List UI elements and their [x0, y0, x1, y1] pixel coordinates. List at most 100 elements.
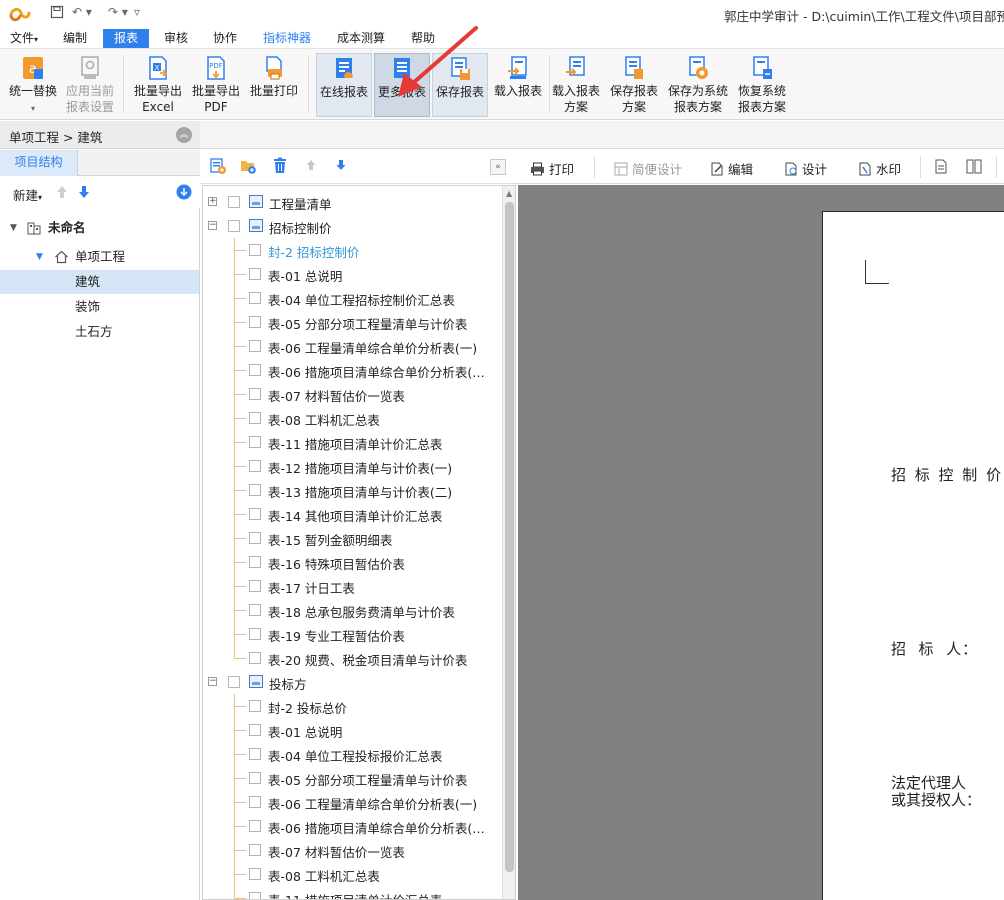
report-checkbox[interactable] — [249, 268, 261, 280]
move-up-icon[interactable] — [56, 185, 68, 199]
batch-export-excel-button[interactable]: X 批量导出 Excel — [130, 53, 186, 117]
tab-project-structure[interactable]: 项目结构 — [0, 150, 78, 176]
load-report-scheme-button[interactable]: 载入报表 方案 — [548, 53, 604, 117]
report-checkbox[interactable] — [249, 340, 261, 352]
report-checkbox[interactable] — [249, 484, 261, 496]
report-item-row[interactable]: 表-11 措施项目清单计价汇总表 — [203, 430, 501, 454]
report-checkbox[interactable] — [249, 460, 261, 472]
edit-button[interactable]: 编辑 — [710, 159, 753, 178]
scroll-up-icon[interactable]: ▲ — [506, 189, 512, 198]
move-down-icon[interactable] — [336, 159, 346, 171]
report-item-row[interactable]: 表-18 总承包服务费清单与计价表 — [203, 598, 501, 622]
report-item-row[interactable]: 表-13 措施项目清单与计价表(二) — [203, 478, 501, 502]
report-item-row[interactable]: 表-08 工料机汇总表 — [203, 862, 501, 886]
save-report-button[interactable]: 保存报表 — [432, 53, 488, 117]
report-checkbox[interactable] — [249, 508, 261, 520]
menu-file[interactable]: 文件▾ — [4, 29, 44, 48]
report-item-row[interactable]: 表-05 分部分项工程量清单与计价表 — [203, 310, 501, 334]
report-checkbox[interactable] — [249, 628, 261, 640]
menu-collaborate[interactable]: 协作 — [204, 29, 246, 48]
move-up-icon[interactable] — [306, 159, 316, 171]
load-report-button[interactable]: 载入报表 — [490, 53, 546, 117]
restore-system-scheme-button[interactable]: 恢复系统 报表方案 — [734, 53, 790, 117]
report-checkbox[interactable] — [249, 844, 261, 856]
report-checkbox[interactable] — [249, 532, 261, 544]
unify-replace-button[interactable]: a 统一替换 ▾ — [4, 53, 62, 117]
undo-icon[interactable]: ↶ ▾ — [72, 5, 92, 23]
simple-design-button[interactable]: 简便设计 — [614, 159, 682, 178]
tree-item-decoration[interactable]: 装饰 — [0, 295, 199, 319]
download-circle-icon[interactable] — [176, 184, 192, 200]
new-button[interactable]: 新建▾ — [13, 185, 42, 204]
report-checkbox[interactable] — [249, 868, 261, 880]
watermark-button[interactable]: 水印 — [858, 159, 901, 178]
vertical-scrollbar[interactable]: ▲ — [502, 186, 515, 899]
report-checkbox[interactable] — [249, 772, 261, 784]
report-checkbox[interactable] — [249, 436, 261, 448]
report-group-row[interactable]: − 招标控制价 — [203, 214, 501, 238]
batch-export-pdf-button[interactable]: PDF 批量导出 PDF — [188, 53, 244, 117]
report-checkbox[interactable] — [249, 796, 261, 808]
save-as-system-scheme-button[interactable]: 保存为系统 报表方案 — [664, 53, 732, 117]
batch-print-button[interactable]: 批量打印 — [246, 53, 302, 117]
report-item-row[interactable]: 表-01 总说明 — [203, 718, 501, 742]
report-item-row[interactable]: 表-06 工程量清单综合单价分析表(一) — [203, 334, 501, 358]
add-report-icon[interactable] — [210, 158, 226, 174]
single-page-icon[interactable] — [934, 159, 948, 174]
redo-icon[interactable]: ↷ ▾ — [108, 5, 128, 23]
menu-help[interactable]: 帮助 — [402, 29, 444, 48]
collapse-panel-icon[interactable]: ︽ — [176, 127, 192, 143]
report-checkbox[interactable] — [249, 316, 261, 328]
menu-report[interactable]: 报表 — [103, 29, 149, 48]
report-checkbox[interactable] — [249, 580, 261, 592]
report-group-row[interactable]: − 投标方 — [203, 670, 501, 694]
report-group-row[interactable]: + 工程量清单 — [203, 190, 501, 214]
report-item-row[interactable]: 表-06 措施项目清单综合单价分析表(… — [203, 358, 501, 382]
report-item-row[interactable]: 表-08 工料机汇总表 — [203, 406, 501, 430]
expand-icon[interactable]: + — [208, 197, 217, 206]
report-checkbox[interactable] — [249, 652, 261, 664]
report-checkbox[interactable] — [249, 244, 261, 256]
report-item-row[interactable]: 封-2 招标控制价 — [203, 238, 501, 262]
report-checkbox[interactable] — [249, 700, 261, 712]
menu-indicator-tool[interactable]: 指标神器 — [256, 29, 318, 48]
tree-item-building[interactable]: 建筑 — [0, 270, 199, 294]
report-item-row[interactable]: 表-05 分部分项工程量清单与计价表 — [203, 766, 501, 790]
customize-quick-access-icon[interactable]: ▿ — [134, 5, 140, 23]
add-folder-icon[interactable] — [240, 158, 256, 174]
delete-icon[interactable] — [272, 157, 288, 174]
scrollbar-thumb[interactable] — [505, 202, 514, 872]
report-item-row[interactable]: 表-11 措施项目清单计价汇总表 — [203, 886, 501, 899]
collapse-icon[interactable]: − — [208, 221, 217, 230]
report-item-row[interactable]: 表-15 暂列金额明细表 — [203, 526, 501, 550]
report-item-row[interactable]: 表-06 措施项目清单综合单价分析表(… — [203, 814, 501, 838]
save-quick-icon[interactable] — [50, 5, 64, 23]
collapse-left-icon[interactable]: « — [490, 159, 506, 175]
report-item-row[interactable]: 表-06 工程量清单综合单价分析表(一) — [203, 790, 501, 814]
report-item-row[interactable]: 表-01 总说明 — [203, 262, 501, 286]
tree-project-row[interactable]: ▼ 单项工程 — [0, 245, 199, 269]
report-checkbox[interactable] — [249, 388, 261, 400]
online-report-button[interactable]: 在线报表 — [316, 53, 372, 117]
report-checkbox[interactable] — [228, 220, 240, 232]
report-checkbox[interactable] — [249, 292, 261, 304]
report-item-row[interactable]: 表-07 材料暂估价一览表 — [203, 382, 501, 406]
tree-root-row[interactable]: ▼ 未命名 — [0, 216, 199, 240]
more-report-button[interactable]: 更多报表 — [374, 53, 430, 117]
report-item-row[interactable]: 表-17 计日工表 — [203, 574, 501, 598]
report-item-row[interactable]: 表-12 措施项目清单与计价表(一) — [203, 454, 501, 478]
apply-report-settings-button[interactable]: 应用当前 报表设置 — [62, 53, 118, 117]
report-checkbox[interactable] — [249, 412, 261, 424]
report-checkbox[interactable] — [249, 748, 261, 760]
report-item-row[interactable]: 表-04 单位工程投标报价汇总表 — [203, 742, 501, 766]
report-checkbox[interactable] — [249, 820, 261, 832]
report-item-row[interactable]: 表-19 专业工程暂估价表 — [203, 622, 501, 646]
menu-edit[interactable]: 编制 — [54, 29, 96, 48]
move-down-icon[interactable] — [78, 185, 90, 199]
report-checkbox[interactable] — [228, 196, 240, 208]
print-button[interactable]: 打印 — [530, 159, 574, 178]
report-item-row[interactable]: 表-16 特殊项目暂估价表 — [203, 550, 501, 574]
double-page-icon[interactable] — [966, 159, 982, 174]
report-item-row[interactable]: 表-04 单位工程招标控制价汇总表 — [203, 286, 501, 310]
menu-audit[interactable]: 审核 — [156, 29, 196, 48]
